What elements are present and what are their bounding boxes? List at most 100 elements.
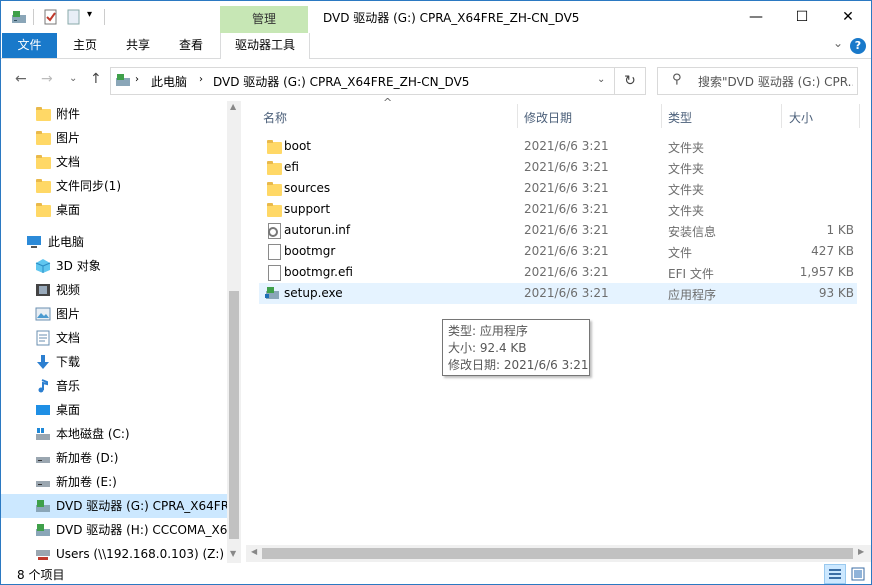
- tab-drive-tools[interactable]: 驱动器工具: [220, 33, 310, 59]
- column-header-date[interactable]: 修改日期: [524, 109, 572, 126]
- minimize-button[interactable]: —: [733, 1, 779, 33]
- breadcrumb-current[interactable]: DVD 驱动器 (G:) CPRA_X64FRE_ZH-CN_DV5: [213, 73, 469, 90]
- search-icon: ⚲: [672, 72, 682, 87]
- up-icon[interactable]: ↑: [90, 71, 102, 87]
- nav-item-attachments[interactable]: 附件: [1, 102, 227, 126]
- nav-item-label: DVD 驱动器 (G:) CPRA_X64FRE: [56, 499, 227, 513]
- file-size: 1 KB: [826, 223, 854, 237]
- nav-item-dvd-h[interactable]: DVD 驱动器 (H:) CCCOMA_X6: [1, 518, 227, 542]
- nav-item-file-sync[interactable]: 文件同步(1): [1, 174, 227, 198]
- recent-locations-icon[interactable]: ⌄: [69, 73, 77, 84]
- customize-qat-icon[interactable]: ▾: [87, 9, 92, 20]
- file-date: 2021/6/6 3:21: [524, 202, 609, 216]
- video-icon: [36, 284, 50, 296]
- column-header-name[interactable]: 名称: [263, 109, 287, 126]
- file-row[interactable]: support 2021/6/6 3:21 文件夹: [259, 199, 857, 220]
- column-divider[interactable]: [661, 104, 662, 128]
- file-date: 2021/6/6 3:21: [524, 265, 609, 279]
- column-header-type[interactable]: 类型: [668, 109, 692, 126]
- tab-file[interactable]: 文件: [2, 33, 57, 58]
- breadcrumb-separator[interactable]: ›: [135, 74, 139, 85]
- nav-item-documents[interactable]: 文档: [1, 326, 227, 350]
- help-icon[interactable]: ?: [850, 38, 866, 54]
- nav-item-label: 桌面: [56, 203, 81, 217]
- drive-icon: [36, 481, 50, 487]
- nav-item-label: 此电脑: [48, 235, 85, 249]
- nav-item-local-disk-c[interactable]: 本地磁盘 (C:): [1, 422, 227, 446]
- nav-item-downloads[interactable]: 下载: [1, 350, 227, 374]
- file-name: boot: [284, 139, 312, 153]
- column-header-row: ^ 名称 修改日期 类型 大小: [259, 96, 860, 128]
- back-icon[interactable]: ←: [15, 71, 27, 87]
- tab-view[interactable]: 查看: [179, 33, 203, 58]
- file-row[interactable]: efi 2021/6/6 3:21 文件夹: [259, 157, 857, 178]
- file-row[interactable]: boot 2021/6/6 3:21 文件夹: [259, 136, 857, 157]
- maximize-button[interactable]: ☐: [779, 1, 825, 33]
- file-name: bootmgr: [284, 244, 336, 258]
- navigation-pane: 附件 图片 文档 文件同步(1) 桌面 此电脑 3D 对象 视频 图片 文档 下…: [1, 101, 242, 565]
- nav-item-volume-e[interactable]: 新加卷 (E:): [1, 470, 227, 494]
- details-view-button[interactable]: [824, 564, 846, 584]
- file-icon: [268, 265, 281, 281]
- new-folder-icon[interactable]: [66, 9, 82, 25]
- nav-scrollbar-thumb[interactable]: [229, 291, 239, 539]
- column-divider[interactable]: [517, 104, 518, 128]
- nav-item-volume-d[interactable]: 新加卷 (D:): [1, 446, 227, 470]
- nav-item-documents-quick[interactable]: 文档: [1, 150, 227, 174]
- documents-icon: [36, 330, 50, 346]
- column-header-size[interactable]: 大小: [789, 109, 813, 126]
- file-type: 文件: [668, 246, 693, 260]
- nav-item-desktop-quick[interactable]: 桌面: [1, 198, 227, 222]
- column-divider[interactable]: [781, 104, 782, 128]
- address-dropdown-icon[interactable]: ⌄: [597, 74, 605, 85]
- address-bar[interactable]: › 此电脑 › DVD 驱动器 (G:) CPRA_X64FRE_ZH-CN_D…: [110, 67, 615, 95]
- explorer-window: ▾ 管理 DVD 驱动器 (G:) CPRA_X64FRE_ZH-CN_DV5 …: [0, 0, 872, 585]
- tab-home[interactable]: 主页: [73, 33, 97, 58]
- file-row[interactable]: bootmgr 2021/6/6 3:21 文件 427 KB: [259, 241, 857, 262]
- nav-item-network-z[interactable]: Users (\\192.168.0.103) (Z:): [1, 542, 227, 565]
- nav-item-label: 本地磁盘 (C:): [56, 427, 130, 441]
- details-view-icon: [829, 569, 841, 579]
- file-row[interactable]: bootmgr.efi 2021/6/6 3:21 EFI 文件 1,957 K…: [259, 262, 857, 283]
- breadcrumb-separator[interactable]: ›: [199, 74, 203, 85]
- nav-item-pictures[interactable]: 图片: [1, 302, 227, 326]
- ribbon-tabs: 文件 主页 共享 查看 驱动器工具 ⌄ ?: [1, 33, 871, 59]
- nav-item-pictures-quick[interactable]: 图片: [1, 126, 227, 150]
- file-type: 文件夹: [668, 183, 705, 197]
- large-icons-view-icon: [851, 567, 865, 581]
- nav-item-label: Users (\\192.168.0.103) (Z:): [56, 547, 225, 561]
- scroll-left-icon[interactable]: ◀: [251, 547, 257, 556]
- properties-icon[interactable]: [43, 9, 59, 25]
- scroll-down-icon[interactable]: ▼: [230, 549, 236, 558]
- nav-item-dvd-g[interactable]: DVD 驱动器 (G:) CPRA_X64FRE: [1, 494, 227, 518]
- breadcrumb-this-pc[interactable]: 此电脑: [151, 73, 187, 90]
- file-row[interactable]: autorun.inf 2021/6/6 3:21 安装信息 1 KB: [259, 220, 857, 241]
- nav-item-this-pc[interactable]: 此电脑: [1, 230, 227, 254]
- refresh-button[interactable]: ↻: [614, 67, 646, 95]
- search-input[interactable]: ⚲ 搜索"DVD 驱动器 (G:) CPR...: [657, 67, 858, 95]
- close-button[interactable]: ✕: [825, 1, 871, 33]
- nav-item-videos[interactable]: 视频: [1, 278, 227, 302]
- file-row[interactable]: sources 2021/6/6 3:21 文件夹: [259, 178, 857, 199]
- file-date: 2021/6/6 3:21: [524, 286, 609, 300]
- file-icon: [268, 244, 281, 260]
- folder-icon: [36, 179, 51, 193]
- computer-icon: [27, 236, 41, 248]
- folder-icon: [36, 107, 51, 121]
- nav-item-label: 桌面: [56, 403, 81, 417]
- nav-item-3d-objects[interactable]: 3D 对象: [1, 254, 227, 278]
- tab-share[interactable]: 共享: [126, 33, 150, 58]
- large-icons-view-button[interactable]: [847, 564, 869, 584]
- file-row[interactable]: setup.exe 2021/6/6 3:21 应用程序 93 KB: [259, 283, 857, 304]
- chevron-down-icon[interactable]: ⌄: [833, 36, 843, 50]
- forward-icon[interactable]: →: [41, 71, 53, 87]
- scroll-up-icon[interactable]: ▲: [230, 102, 236, 111]
- tooltip-size: 大小: 92.4 KB: [448, 341, 527, 355]
- column-divider[interactable]: [859, 104, 860, 128]
- scroll-right-icon[interactable]: ▶: [858, 547, 864, 556]
- horizontal-scrollbar-thumb[interactable]: [262, 548, 853, 559]
- nav-item-music[interactable]: 音乐: [1, 374, 227, 398]
- nav-item-label: 附件: [56, 107, 81, 121]
- setup-exe-icon: [265, 287, 279, 299]
- nav-item-desktop[interactable]: 桌面: [1, 398, 227, 422]
